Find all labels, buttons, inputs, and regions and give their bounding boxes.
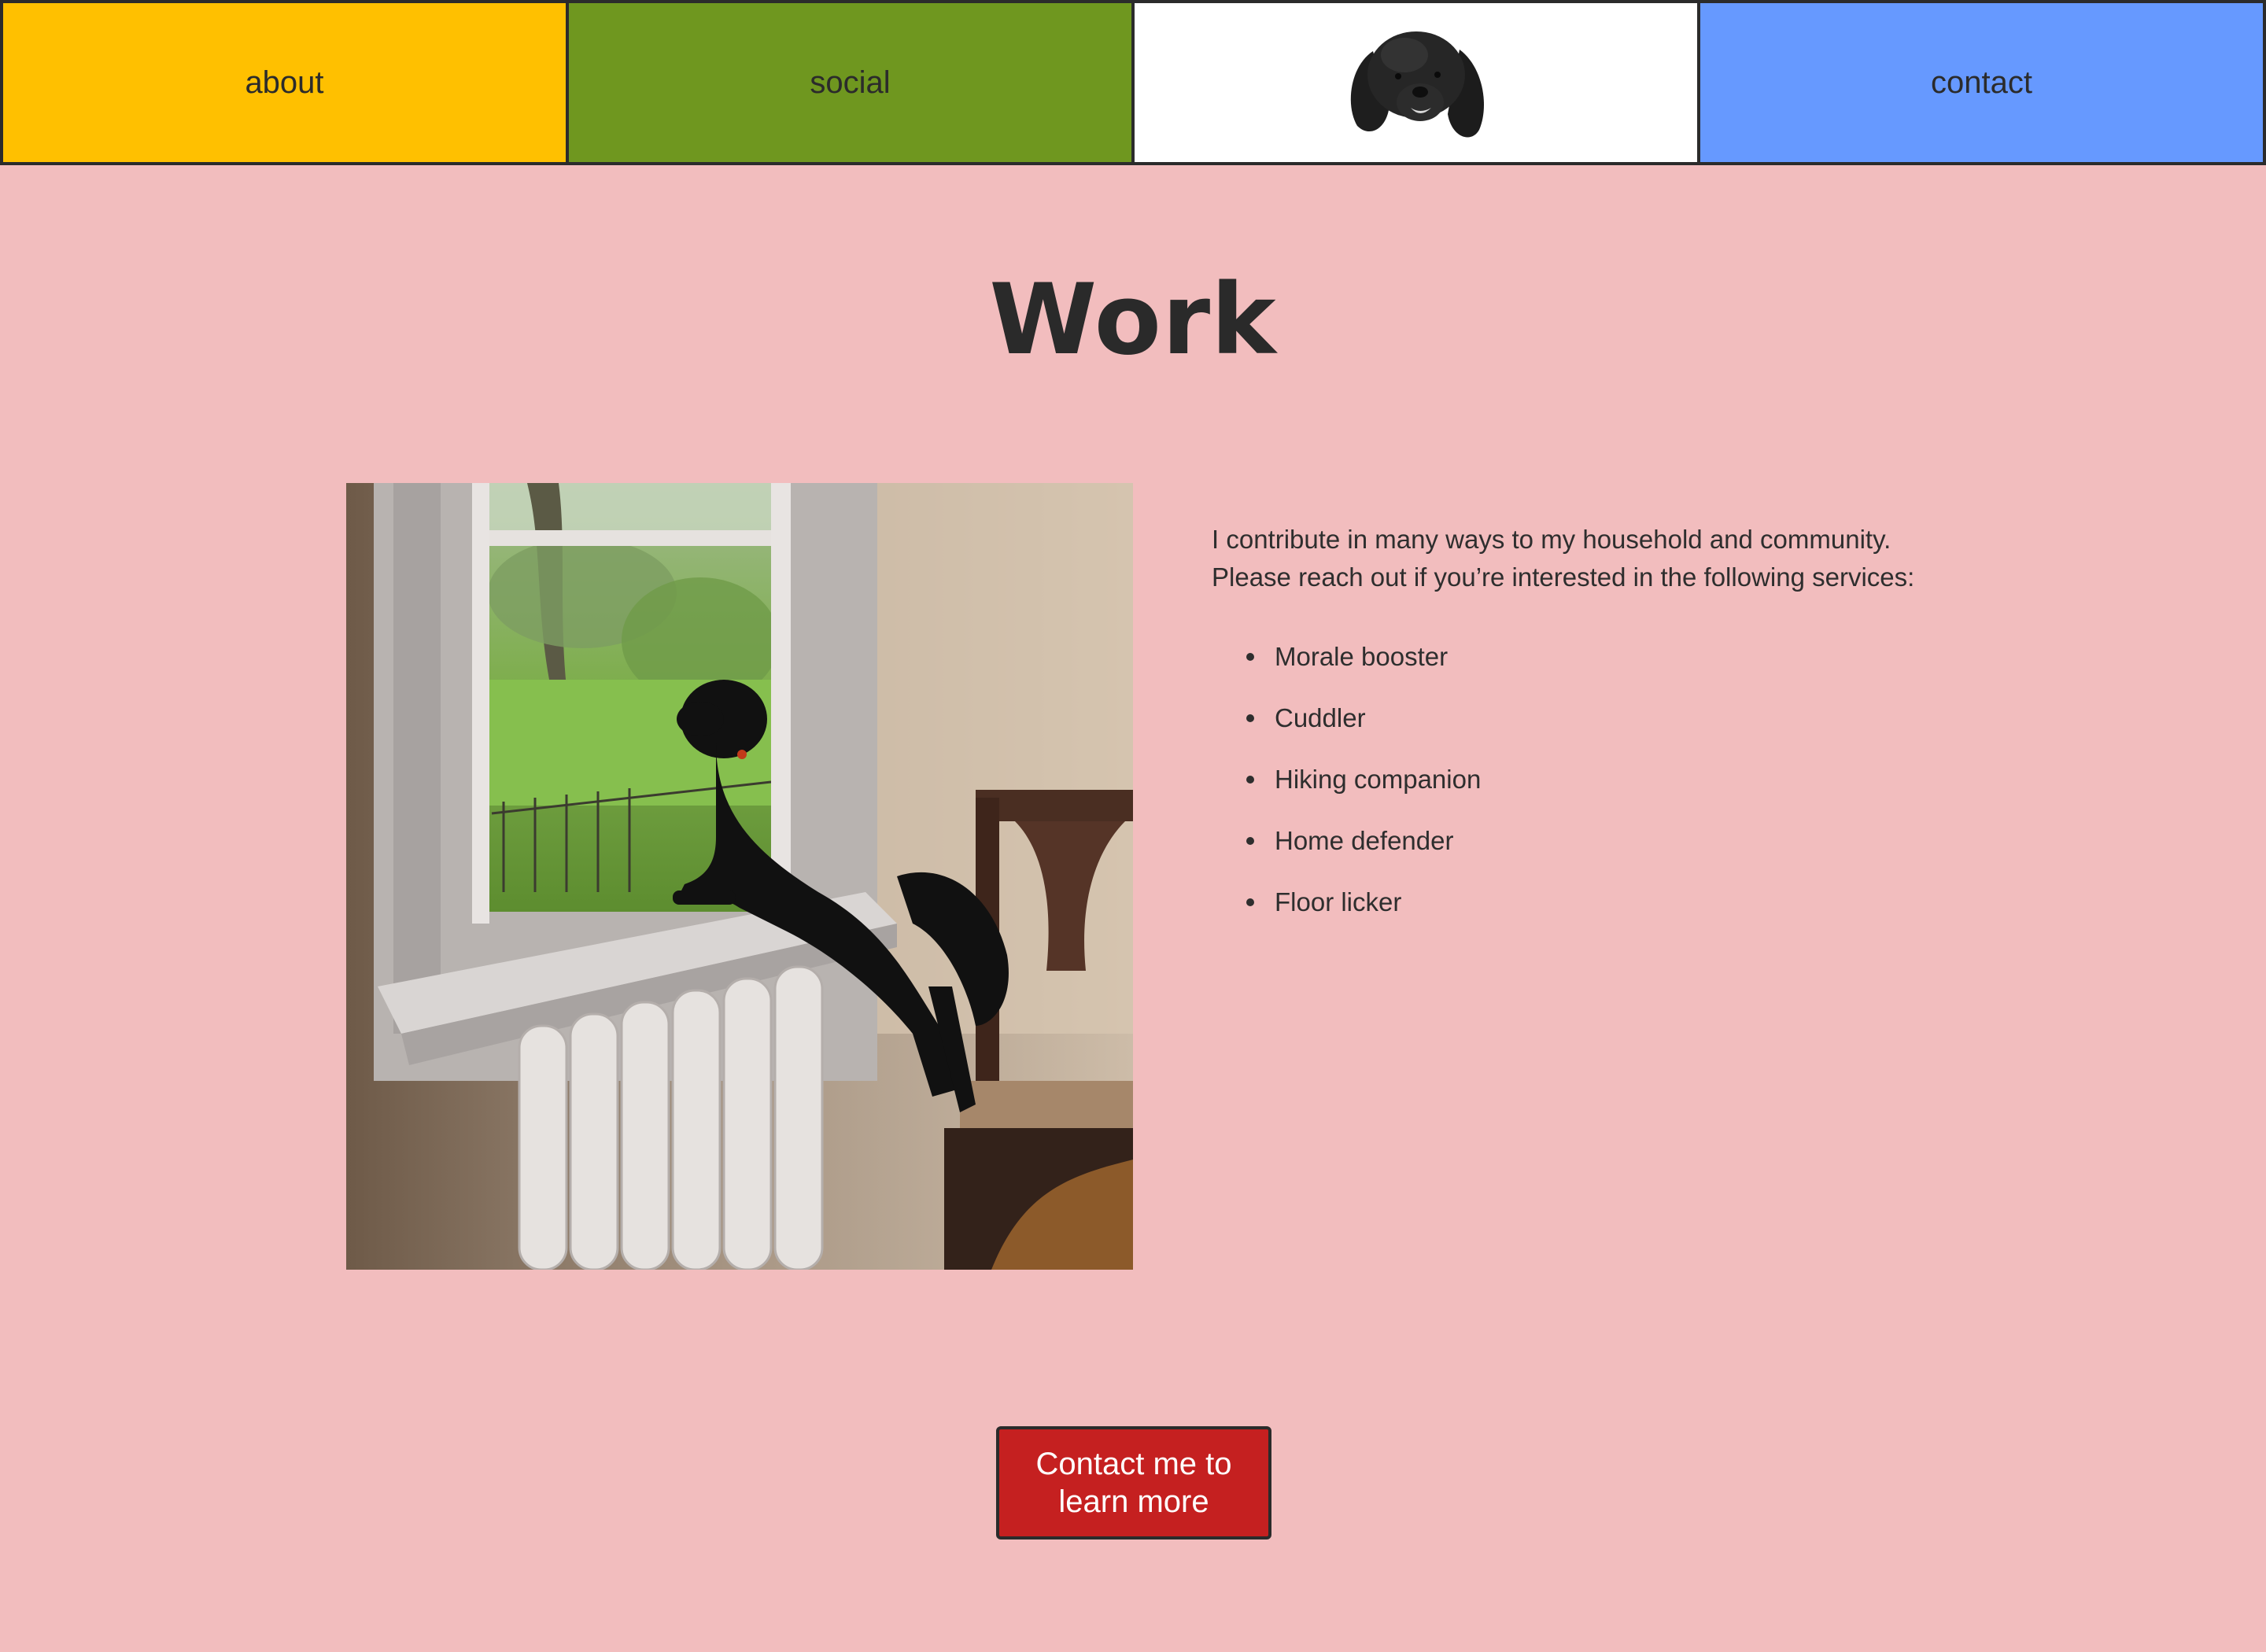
nav-about-label: about xyxy=(245,65,324,100)
nav-social[interactable]: social xyxy=(567,0,1133,165)
dog-head-logo-icon xyxy=(1350,31,1484,138)
bullet-icon xyxy=(1246,898,1254,906)
nav-contact-label: contact xyxy=(1931,65,2032,100)
nav-about[interactable]: about xyxy=(0,0,567,165)
intro-text: I contribute in many ways to my househol… xyxy=(1212,525,1915,592)
contact-cta-button[interactable]: Contact me to learn more xyxy=(996,1426,1271,1540)
page-title: Work xyxy=(989,264,1277,377)
nav-contact[interactable]: contact xyxy=(1699,0,2266,165)
list-item: Floor licker xyxy=(1246,883,1481,944)
bullet-icon xyxy=(1246,653,1254,661)
nav-home[interactable] xyxy=(1133,0,1699,165)
list-item: Home defender xyxy=(1246,821,1481,883)
contact-cta-label: Contact me to learn more xyxy=(1035,1447,1232,1519)
services-list: Morale booster Cuddler Hiking companion … xyxy=(1212,637,1481,944)
list-item: Hiking companion xyxy=(1246,760,1482,821)
nav-social-label: social xyxy=(810,65,891,100)
service-label: Home defender xyxy=(1275,826,1454,855)
list-item: Cuddler xyxy=(1246,699,1481,760)
bullet-icon xyxy=(1246,776,1254,784)
bullet-icon xyxy=(1246,837,1254,845)
list-item: Morale booster xyxy=(1246,637,1481,699)
service-label: Hiking companion xyxy=(1275,765,1482,794)
service-label: Floor licker xyxy=(1275,887,1402,916)
service-label: Morale booster xyxy=(1275,642,1449,671)
top-nav: about social contact xyxy=(0,0,2266,165)
service-label: Cuddler xyxy=(1275,703,1366,732)
dog-at-window-photo xyxy=(346,483,1133,1270)
bullet-icon xyxy=(1246,714,1254,722)
